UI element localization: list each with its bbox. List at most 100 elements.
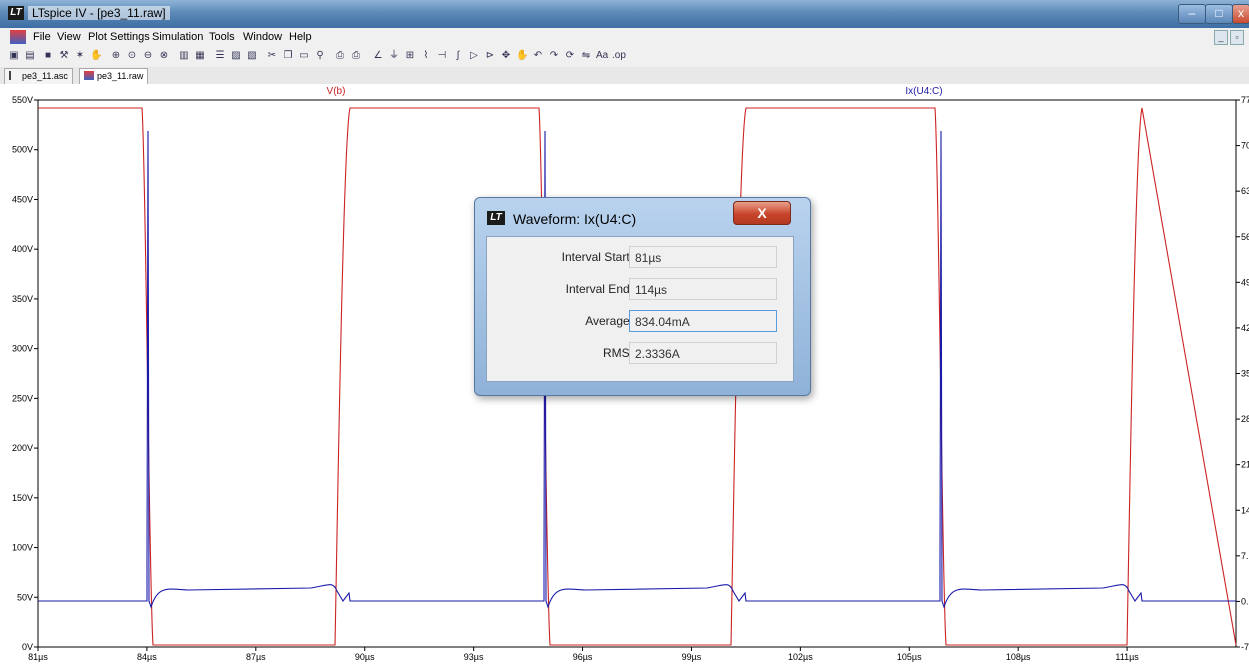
window-title: LTspice IV - [pe3_11.raw]: [28, 6, 170, 20]
dialog-title: Waveform: Ix(U4:C): [513, 211, 637, 227]
grid-icon[interactable]: ▦: [194, 50, 206, 62]
tab-schematic[interactable]: pe3_11.asc: [4, 68, 73, 84]
average-field[interactable]: 834.04mA: [629, 310, 777, 332]
x-axis-tick-label: 111µs: [1115, 652, 1139, 662]
right-axis-tick-label: 56.: [1241, 232, 1249, 242]
cut-icon[interactable]: ✂: [266, 50, 278, 62]
rotate-icon[interactable]: ⟳: [564, 50, 576, 62]
x-axis-tick-label: 105µs: [897, 652, 922, 662]
menu-window[interactable]: Window: [243, 31, 282, 43]
mdi-restore-button[interactable]: ▫: [1230, 30, 1244, 45]
zoom-fit-icon[interactable]: ⊗: [158, 50, 170, 62]
interval-start-field[interactable]: 81µs: [629, 246, 777, 268]
mirror-icon[interactable]: ⇋: [580, 50, 592, 62]
ground-icon[interactable]: ⏚: [388, 50, 400, 62]
save-icon[interactable]: ■: [42, 50, 54, 62]
mdi-minimize-button[interactable]: _: [1214, 30, 1228, 45]
inductor-icon[interactable]: ∫: [452, 50, 464, 62]
copy-icon[interactable]: ❐: [282, 50, 294, 62]
label-icon[interactable]: ⊞: [404, 50, 416, 62]
dialog-body: Interval Start: 81µs Interval End: 114µs…: [486, 236, 794, 382]
left-axis-tick-label: 100V: [12, 543, 33, 553]
paste-icon[interactable]: ▭: [298, 50, 310, 62]
capacitor-icon[interactable]: ⊣: [436, 50, 448, 62]
left-axis-tick-label: 250V: [12, 393, 33, 403]
title-bar: LT LTspice IV - [pe3_11.raw] – □ x: [0, 0, 1249, 28]
menu-help[interactable]: Help: [289, 31, 312, 43]
move-icon[interactable]: ✥: [500, 50, 512, 62]
right-axis-tick-label: 0.: [1241, 596, 1249, 606]
rms-field[interactable]: 2.3336A: [629, 342, 777, 364]
right-axis-tick-label: 49.: [1241, 277, 1249, 287]
x-axis-tick-label: 84µs: [137, 652, 157, 662]
drag-icon[interactable]: ✋: [516, 50, 528, 62]
trace-label-ix[interactable]: Ix(U4:C): [905, 86, 942, 97]
new-schematic-icon[interactable]: ▣: [8, 50, 20, 62]
tile-horizontal-icon[interactable]: ☰: [214, 50, 226, 62]
dialog-close-button[interactable]: X: [733, 201, 791, 225]
left-axis-tick-label: 500V: [12, 145, 33, 155]
resistor-icon[interactable]: ⌇: [420, 50, 432, 62]
tab-schematic-label: pe3_11.asc: [22, 71, 68, 81]
menu-bar: File View Plot Settings Simulation Tools…: [0, 28, 1249, 47]
redo-icon[interactable]: ↷: [548, 50, 560, 62]
menu-simulation[interactable]: Simulation: [152, 31, 203, 43]
spice-directive-icon[interactable]: .op: [612, 50, 626, 62]
schematic-icon: [9, 71, 19, 80]
left-axis-tick-label: 550V: [12, 95, 33, 105]
minimize-button[interactable]: –: [1178, 4, 1206, 24]
left-axis-tick-label: 350V: [12, 294, 33, 304]
autorange-icon[interactable]: ▥: [178, 50, 190, 62]
zoom-out-icon[interactable]: ⊖: [142, 50, 154, 62]
find-icon[interactable]: ⚲: [314, 50, 326, 62]
ltspice-app-icon[interactable]: LT: [8, 6, 24, 20]
waveform-icon: [84, 71, 94, 80]
wire-icon[interactable]: ∠: [372, 50, 384, 62]
cascade-icon[interactable]: ▧: [246, 50, 258, 62]
x-axis-tick-label: 99µs: [682, 652, 702, 662]
print-icon[interactable]: ⎙: [350, 50, 362, 62]
trace-label-vb[interactable]: V(b): [327, 86, 346, 97]
tile-vertical-icon[interactable]: ▨: [230, 50, 242, 62]
average-label: Average:: [585, 314, 633, 328]
x-axis-tick-label: 90µs: [355, 652, 375, 662]
undo-icon[interactable]: ↶: [532, 50, 544, 62]
run-icon[interactable]: ✶: [74, 50, 86, 62]
x-axis-tick-label: 81µs: [28, 652, 48, 662]
left-axis-tick-label: 200V: [12, 443, 33, 453]
menu-tools[interactable]: Tools: [209, 31, 235, 43]
ltspice-dialog-icon: LT: [487, 211, 505, 225]
toolbar: ▣ ▤ ■ ⚒ ✶ ✋ ⊕ ⊙ ⊖ ⊗ ▥ ▦ ☰ ▨ ▧ ✂ ❐ ▭ ⚲ ⎙ …: [0, 47, 1249, 68]
waveform-info-dialog: LT Waveform: Ix(U4:C) X Interval Start: …: [474, 197, 811, 396]
control-panel-icon[interactable]: ⚒: [58, 50, 70, 62]
document-tabs: pe3_11.asc pe3_11.raw: [0, 67, 1249, 85]
zoom-in-icon[interactable]: ⊕: [110, 50, 122, 62]
x-axis-tick-label: 93µs: [464, 652, 484, 662]
component-icon[interactable]: ⊳: [484, 50, 496, 62]
x-axis-tick-label: 96µs: [573, 652, 593, 662]
text-icon[interactable]: Aa: [596, 50, 608, 62]
interval-end-field[interactable]: 114µs: [629, 278, 777, 300]
right-axis-tick-label: 28.: [1241, 414, 1249, 424]
right-axis-tick-label: 70.: [1241, 141, 1249, 151]
x-axis-tick-label: 87µs: [246, 652, 266, 662]
menu-view[interactable]: View: [57, 31, 81, 43]
left-axis-tick-label: 150V: [12, 493, 33, 503]
menu-file[interactable]: File: [33, 31, 51, 43]
diode-icon[interactable]: ▷: [468, 50, 480, 62]
interval-start-label: Interval Start:: [561, 250, 633, 264]
maximize-button[interactable]: □: [1205, 4, 1233, 24]
interval-end-label: Interval End:: [565, 282, 633, 296]
menu-plot-settings[interactable]: Plot Settings: [88, 31, 150, 43]
halt-icon[interactable]: ✋: [90, 50, 102, 62]
print-preview-icon[interactable]: ⎙: [334, 50, 346, 62]
waveform-window-icon[interactable]: [10, 30, 26, 44]
right-axis-tick-label: 14.: [1241, 505, 1249, 515]
tab-waveform[interactable]: pe3_11.raw: [79, 68, 149, 84]
x-axis-tick-label: 102µs: [788, 652, 813, 662]
right-axis-tick-label: -7.: [1241, 642, 1249, 652]
open-icon[interactable]: ▤: [24, 50, 36, 62]
zoom-area-icon[interactable]: ⊙: [126, 50, 138, 62]
close-window-button[interactable]: x: [1232, 4, 1249, 24]
right-axis-tick-label: 35.: [1241, 369, 1249, 379]
